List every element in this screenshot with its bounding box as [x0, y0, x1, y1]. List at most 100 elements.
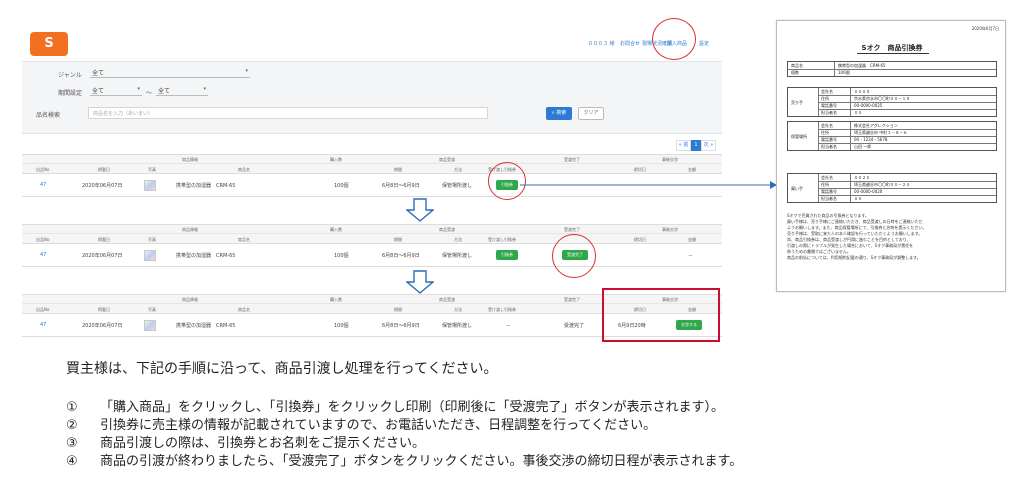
- search-button-label: 検索: [556, 110, 567, 116]
- doc-cell: 00-0000-0020: [854, 189, 883, 194]
- clear-button[interactable]: クリア: [578, 107, 604, 120]
- th-product-group: 商品情報: [182, 227, 198, 232]
- th-date: 掲載日: [98, 237, 110, 242]
- keyword-label: 品名検索: [36, 112, 61, 119]
- instruction-step-2: ② 引換券に売主様の情報が記載されていますので、お電話いただき、日程調整を行ってく…: [66, 414, 656, 433]
- step-text: 商品の引渡が終わりましたら、「受渡完了」ボタンをクリックください。事後交渉の締切…: [100, 454, 743, 469]
- row-date: 2020年06月07日: [82, 253, 123, 259]
- th-period: 期間: [394, 307, 402, 312]
- keyword-input[interactable]: 商品名を入力（あいまい）: [88, 107, 488, 119]
- doc-cell: 会社名: [821, 123, 833, 128]
- doc-note-line: 商品の前払については、利用規約記載の通り、Sオク事務局が調整します。: [787, 255, 921, 260]
- product-thumbnail: [144, 320, 156, 331]
- row-date: 2020年06月07日: [82, 183, 123, 189]
- doc-cell: 株式会社アグレクション: [854, 123, 898, 128]
- th-complete-group: 受渡完了: [564, 297, 580, 302]
- doc-cell: 電話番号: [821, 137, 837, 142]
- th-method: 方法: [454, 237, 462, 242]
- step-text: 引換券に売主様の情報が記載されていますので、お電話いただき、日程調整を行ってくだ…: [100, 418, 657, 433]
- voucher-document: 2020年6月7日 Sオク 商品引換券 商品名 携帯型の加湿器 CRM-65 個…: [776, 20, 1006, 292]
- highlight-box-exchange: [602, 288, 720, 342]
- row-period: 6月8日～6月9日: [382, 253, 420, 259]
- app-logo[interactable]: S: [30, 32, 68, 56]
- step-number: ②: [66, 418, 78, 433]
- period-from-value: 全て: [92, 88, 105, 95]
- instruction-step-4: ④ 商品の引渡が終わりましたら、「受渡完了」ボタンをクリックください。事後交渉の締…: [66, 450, 742, 469]
- row-period: 6月8日～6月9日: [382, 183, 420, 189]
- genre-select[interactable]: 全て ▾: [90, 68, 250, 78]
- search-button[interactable]: ⌕ 検索: [546, 107, 572, 120]
- genre-value: 全て: [92, 70, 105, 77]
- doc-item-table: 商品名 携帯型の加湿器 CRM-65 個数 100個: [787, 61, 997, 77]
- doc-cell: 担当者名: [821, 144, 837, 149]
- th-photo: 写真: [148, 167, 156, 172]
- th-photo: 写真: [148, 237, 156, 242]
- row-voucher: －: [506, 323, 512, 329]
- nav-user[interactable]: ０００３ 様: [588, 40, 615, 47]
- search-icon: ⌕: [551, 110, 555, 116]
- doc-cell: 担当者名: [821, 110, 837, 115]
- row-id[interactable]: 47: [40, 182, 46, 188]
- period-to-value: 全て: [158, 88, 171, 95]
- down-arrow-icon: [406, 270, 434, 294]
- step-number: ④: [66, 454, 78, 469]
- doc-cell: ００: [854, 196, 862, 201]
- nav-contact[interactable]: お問合せ: [620, 40, 640, 47]
- row-complete-status: 受渡完了: [564, 323, 585, 329]
- th-name: 商品名: [238, 237, 250, 242]
- doc-cell: 個数: [791, 70, 799, 75]
- th-amount: 金額: [688, 237, 696, 242]
- th-name: 商品名: [238, 307, 250, 312]
- pager-prev[interactable]: « 前: [676, 140, 691, 151]
- row-name[interactable]: 携帯型の加湿器 CRM-65: [176, 252, 235, 259]
- doc-cell: 00-0000-0025: [854, 103, 883, 108]
- th-date: 掲載日: [98, 307, 110, 312]
- row-name[interactable]: 携帯型の加湿器 CRM-65: [176, 322, 235, 329]
- period-to-select[interactable]: 全て ▾: [156, 86, 208, 96]
- th-date: 掲載日: [98, 167, 110, 172]
- pagination: « 前 1 次 »: [676, 140, 720, 151]
- step-text: 商品引渡しの際は、引換券とお名刺をご提示ください。: [100, 436, 426, 451]
- genre-label: ジャンル: [58, 72, 82, 79]
- highlight-circle-purchased: [652, 18, 696, 60]
- doc-cell: ００２０: [854, 175, 870, 180]
- period-from-select[interactable]: 全て ▾: [90, 86, 142, 96]
- row-name[interactable]: 携帯型の加湿器 CRM-65: [176, 182, 235, 189]
- doc-cell: 担当者名: [821, 196, 837, 201]
- instructions-intro: 買主様は、下記の手順に沿って、商品引渡し処理を行ってください。: [66, 361, 498, 377]
- chevron-down-icon: ▾: [245, 68, 248, 74]
- nav-settings[interactable]: 設定: [699, 40, 709, 47]
- th-id: 出品No: [36, 237, 50, 242]
- th-qty-group: 購入数: [330, 227, 342, 232]
- voucher-button[interactable]: 引換券: [496, 250, 518, 260]
- row-id[interactable]: 47: [40, 322, 46, 328]
- purchase-table-step2: 商品情報 購入数 商品受渡 受渡完了 事後交渉 出品No 掲載日 写真 商品名 …: [22, 224, 722, 268]
- doc-cell: 電話番号: [821, 103, 837, 108]
- th-method: 方法: [454, 307, 462, 312]
- row-id[interactable]: 47: [40, 252, 46, 258]
- pager-current[interactable]: 1: [691, 140, 701, 151]
- doc-seller-table: 売り手 会社名 ０００５ 住所 京水県京水市〇〇町００－１５ 電話番号 00-0…: [787, 87, 997, 117]
- row-qty: 100個: [334, 323, 349, 329]
- step-number: ①: [66, 400, 78, 415]
- row-qty: 100個: [334, 253, 349, 259]
- th-qty-group: 購入数: [330, 297, 342, 302]
- period-separator: ～: [146, 90, 153, 97]
- doc-buyer-table: 買い手 会社名 ００２０ 住所 埼玉県越谷市〇〇町００－２０ 電話番号 00-0…: [787, 173, 997, 203]
- th-id: 出品No: [36, 167, 50, 172]
- doc-cell: 商品名: [791, 63, 803, 68]
- row-date: 2020年06月07日: [82, 323, 123, 329]
- th-complete-group: 受渡完了: [564, 157, 580, 162]
- th-delivery-group: 商品受渡: [439, 227, 455, 232]
- step-text: 「購入商品」をクリックし、「引換券」をクリックし印刷（印刷後に「受渡完了」ボタン…: [100, 400, 725, 415]
- doc-cell: 住所: [821, 130, 829, 135]
- row-qty: 100個: [334, 183, 349, 189]
- down-arrow-icon: [406, 198, 434, 222]
- search-panel: ジャンル 全て ▾ 期間設定 全て ▾ ～ 全て ▾ 品名検索 商品名を入力（あ…: [22, 62, 722, 134]
- th-voucher: 受け渡し引換券: [488, 237, 516, 242]
- doc-cell: 電話番号: [821, 189, 837, 194]
- th-exchange-group: 事後交渉: [662, 227, 678, 232]
- th-name: 商品名: [238, 167, 250, 172]
- pager-next[interactable]: 次 »: [701, 140, 716, 151]
- chevron-down-icon: ▾: [137, 86, 140, 92]
